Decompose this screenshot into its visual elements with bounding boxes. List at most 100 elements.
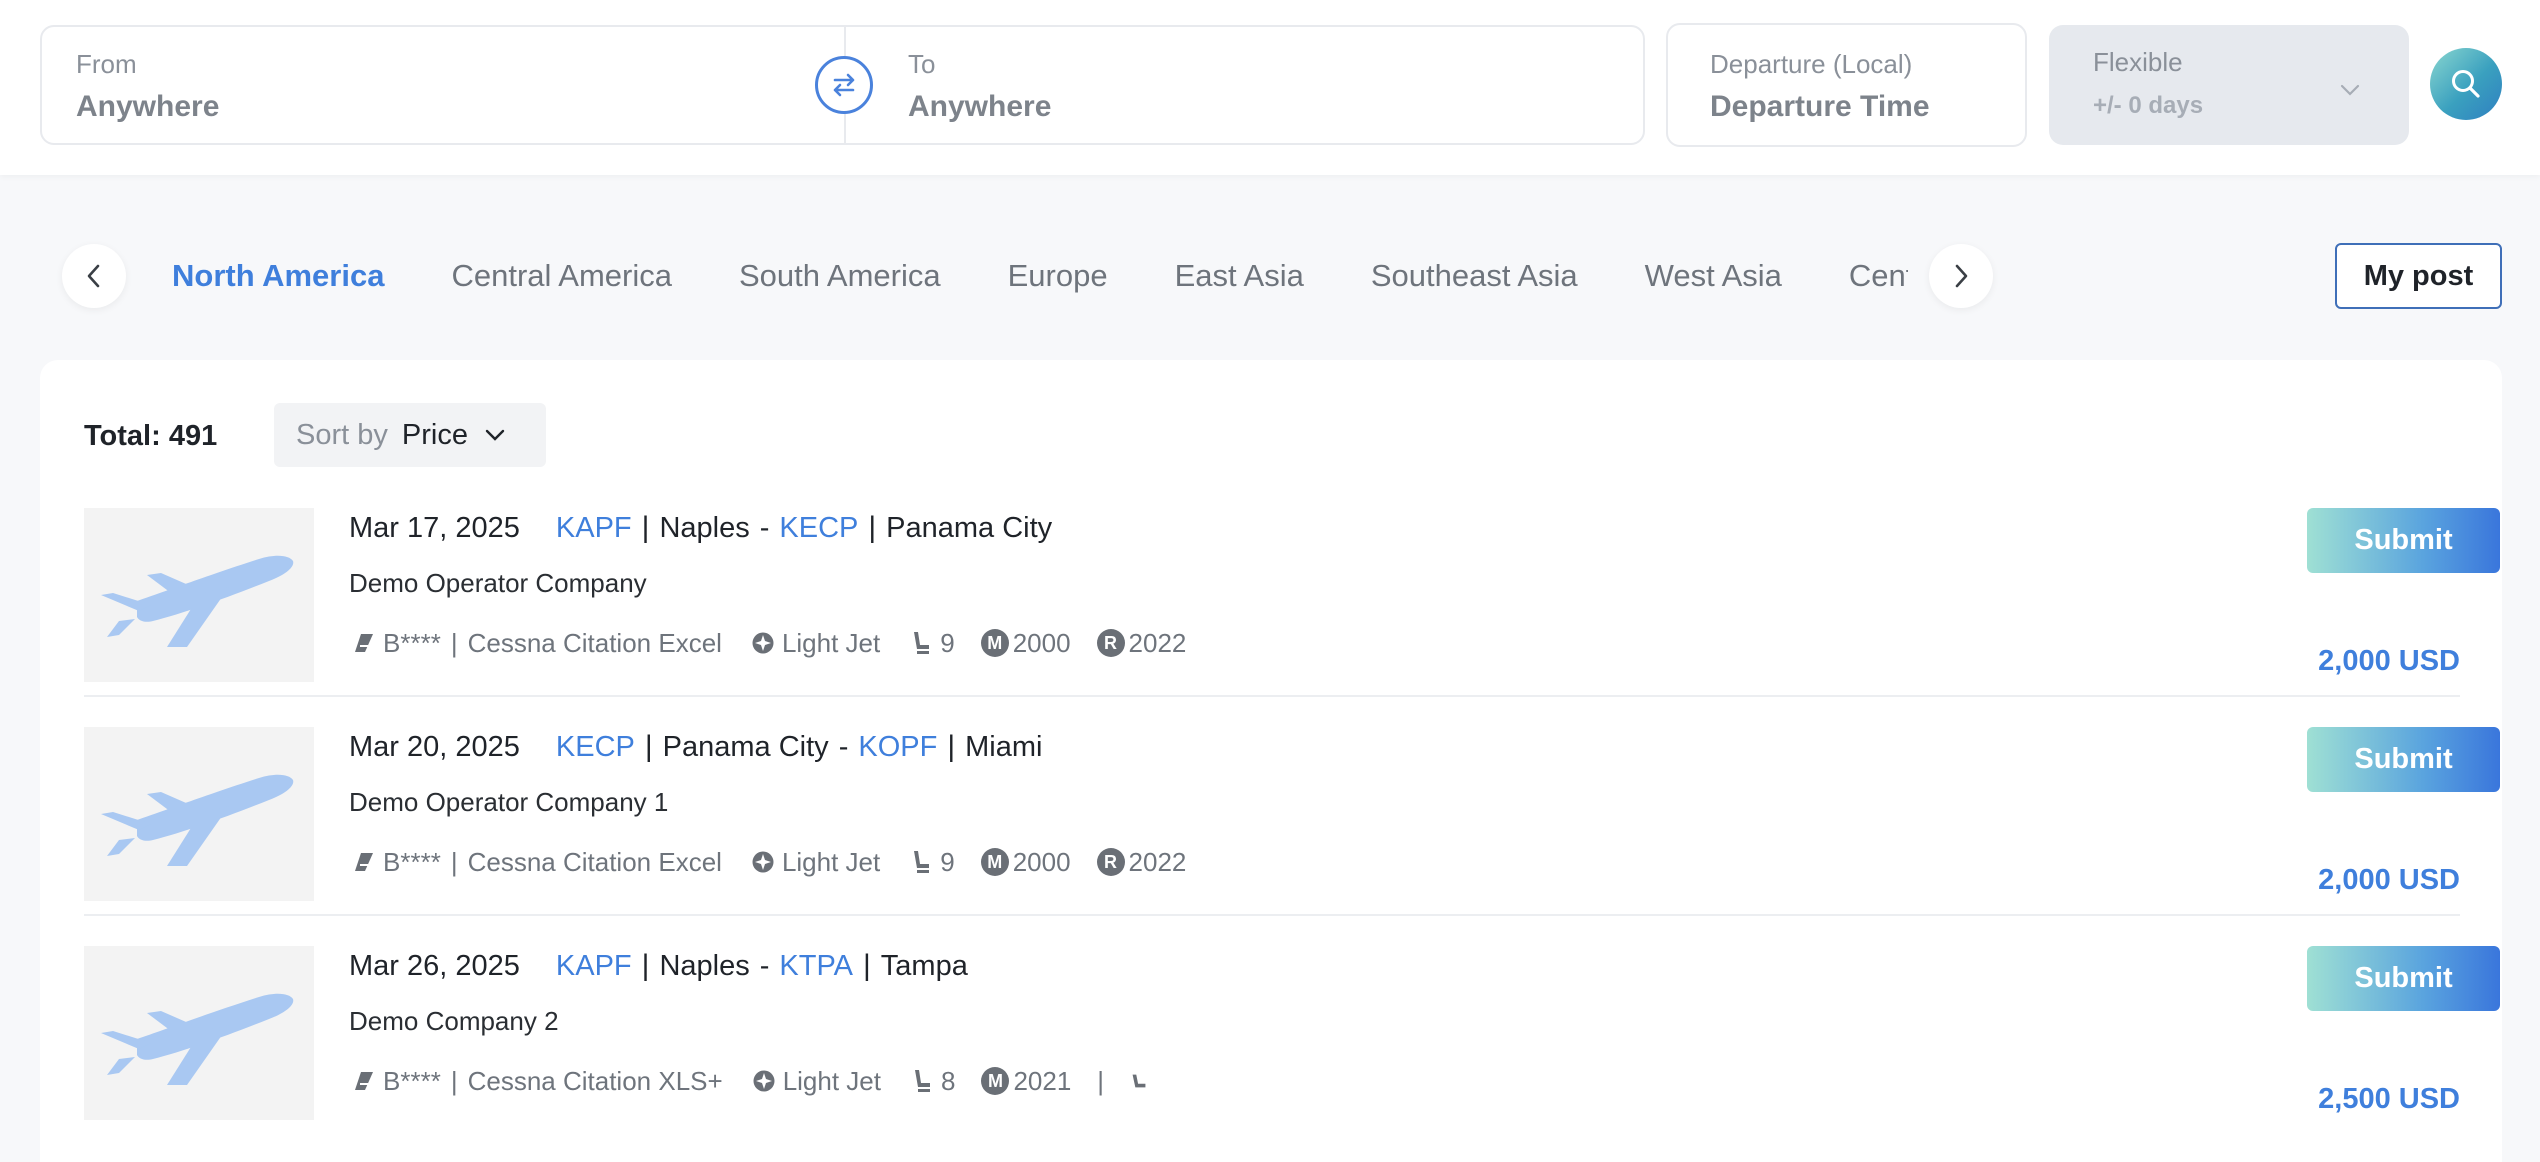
to-airport-code[interactable]: KECP — [779, 512, 858, 545]
refurbished-year: 2022 — [1128, 846, 1187, 877]
region-tab[interactable]: West Asia — [1645, 258, 1782, 294]
separator: | — [868, 511, 877, 544]
route-dash: - — [759, 511, 770, 544]
manufactured-badge-icon: M — [980, 629, 1009, 657]
to-city: Panama City — [886, 511, 1053, 544]
departure-value[interactable]: Departure Time — [1710, 90, 1930, 124]
flexible-value[interactable]: +/- 0 days — [2093, 92, 2203, 120]
swap-route-button[interactable] — [815, 56, 873, 114]
from-field[interactable]: From Anywhere — [76, 49, 219, 124]
from-value[interactable]: Anywhere — [76, 90, 219, 124]
to-airport-code[interactable]: KOPF — [858, 731, 937, 764]
region-tab[interactable]: South America — [739, 258, 941, 294]
tail-icon — [349, 1066, 379, 1096]
region-tab[interactable]: North America — [172, 258, 384, 294]
airplane-icon — [101, 555, 294, 647]
row-divider — [84, 914, 2460, 916]
flexible-select[interactable]: Flexible +/- 0 days — [2049, 25, 2409, 145]
seat-count: 8 — [940, 1065, 956, 1096]
row-divider — [84, 695, 2460, 697]
my-post-button[interactable]: My post — [2335, 243, 2502, 309]
search-bar: From Anywhere To Anywhere Departure (Loc… — [0, 0, 2540, 175]
aircraft-thumbnail — [84, 727, 314, 901]
seat-icon — [906, 847, 936, 877]
from-city: Naples — [659, 511, 750, 544]
aircraft-model: Cessna Citation XLS+ — [467, 1065, 723, 1096]
chevron-right-icon — [1955, 264, 1968, 288]
departure-label: Departure (Local) — [1710, 49, 1913, 79]
from-city: Naples — [659, 949, 750, 982]
results-panel: Total: 491 Sort by Price Mar 17, 2025 KA… — [40, 360, 2502, 1162]
departure-field[interactable]: Departure (Local) Departure Time — [1666, 23, 2027, 147]
search-icon — [2452, 70, 2480, 98]
jet-category-icon — [748, 847, 778, 877]
refurbished-slot: R 2022 — [1096, 628, 1186, 659]
price: 2,000 USD — [2318, 645, 2460, 677]
refurbished-badge-icon: R — [1096, 848, 1125, 876]
submit-button[interactable]: Submit — [2307, 727, 2500, 792]
refurbished-badge-icon: R — [1096, 629, 1125, 657]
results-total: Total: 491 — [84, 420, 218, 452]
flight-row[interactable]: Mar 26, 2025 KAPF | Naples - KTPA | Tamp… — [84, 946, 2500, 1120]
region-tabs: North America Central America South Americ… — [140, 240, 1908, 312]
search-button[interactable] — [2430, 48, 2502, 120]
aircraft-thumbnail — [84, 946, 314, 1120]
route-line: Mar 17, 2025 KAPF | Naples - KECP | Pana… — [349, 508, 1052, 548]
to-city: Miami — [965, 730, 1043, 763]
manufactured-year: 2000 — [1012, 846, 1071, 877]
submit-button[interactable]: Submit — [2307, 946, 2500, 1011]
route-dash: - — [759, 949, 770, 982]
flexible-label: Flexible — [2093, 47, 2183, 77]
tail-icon — [349, 847, 379, 877]
separator: | — [641, 949, 650, 982]
chevron-down-icon — [2340, 84, 2360, 96]
region-tab[interactable]: East Asia — [1175, 258, 1304, 294]
separator: | — [947, 730, 956, 763]
operator-name: Demo Company 2 — [349, 1006, 559, 1036]
aircraft-specs: B**** | Cessna Citation Excel Light Jet … — [349, 626, 1186, 660]
operator-name: Demo Operator Company — [349, 568, 647, 598]
registration: B**** — [383, 627, 441, 658]
separator: | — [862, 949, 871, 982]
seat-icon — [1124, 1066, 1154, 1096]
region-tab[interactable]: Europe — [1008, 258, 1108, 294]
airplane-icon — [101, 993, 294, 1085]
to-field[interactable]: To Anywhere — [908, 49, 1051, 124]
from-airport-code[interactable]: KECP — [556, 731, 635, 764]
sort-value[interactable]: Price — [402, 419, 468, 452]
seat-count: 9 — [940, 846, 955, 877]
route-dash: - — [838, 730, 849, 763]
flight-row[interactable]: Mar 17, 2025 KAPF | Naples - KECP | Pana… — [84, 508, 2500, 697]
registration: B**** — [383, 1065, 441, 1096]
swap-icon — [833, 73, 855, 97]
chevron-left-icon — [87, 264, 100, 288]
seat-icon — [906, 628, 936, 658]
flight-row[interactable]: Mar 20, 2025 KECP | Panama City - KOPF |… — [84, 727, 2500, 916]
sort-select[interactable]: Sort by Price — [274, 403, 546, 467]
region-tab[interactable]: Central America — [451, 258, 672, 294]
aircraft-thumbnail — [84, 508, 314, 682]
region-tab[interactable]: Southeast Asia — [1371, 258, 1578, 294]
from-city: Panama City — [662, 730, 829, 763]
to-city: Tampa — [880, 949, 968, 982]
manufactured-badge-icon: M — [981, 1067, 1010, 1095]
jet-category: Light Jet — [781, 846, 881, 877]
manufactured-year: 2021 — [1013, 1065, 1072, 1096]
separator: | — [450, 1065, 458, 1096]
to-airport-code[interactable]: KTPA — [779, 950, 853, 983]
from-airport-code[interactable]: KAPF — [556, 950, 632, 983]
flight-date: Mar 17, 2025 — [349, 511, 520, 544]
aircraft-model: Cessna Citation Excel — [467, 627, 722, 658]
to-value[interactable]: Anywhere — [908, 90, 1051, 124]
separator: | — [644, 730, 653, 763]
sort-label: Sort by — [296, 418, 388, 451]
to-label: To — [908, 49, 936, 79]
tabs-prev-button[interactable] — [62, 244, 126, 308]
tabs-next-button[interactable] — [1929, 244, 1993, 308]
registration: B**** — [383, 846, 441, 877]
jet-category-icon — [748, 628, 778, 658]
submit-button[interactable]: Submit — [2307, 508, 2500, 573]
region-tab[interactable]: Central Asia — [1849, 258, 1908, 294]
aircraft-model: Cessna Citation Excel — [467, 846, 722, 877]
from-airport-code[interactable]: KAPF — [556, 512, 632, 545]
